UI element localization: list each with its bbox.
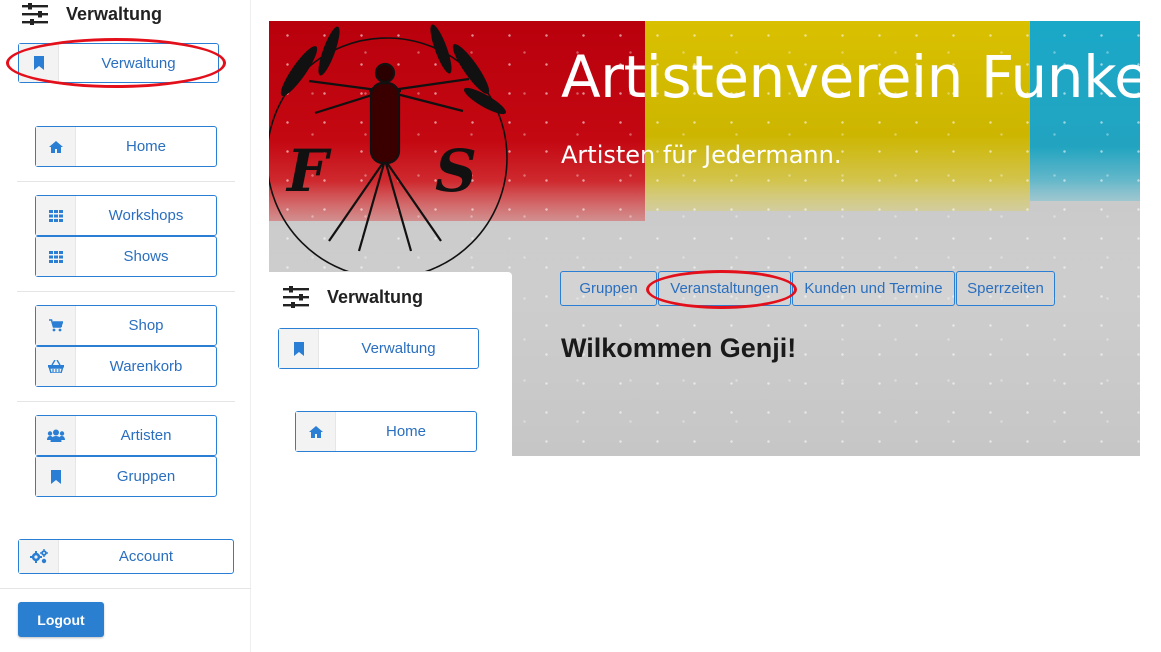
sidebar-item-account[interactable]: Account — [18, 539, 234, 574]
divider — [17, 181, 235, 182]
logout-button[interactable]: Logout — [18, 602, 104, 637]
sidebar-item-workshops[interactable]: Workshops — [35, 195, 217, 236]
bookmark-icon — [279, 329, 319, 368]
sidebar-item-warenkorb[interactable]: Warenkorb — [35, 346, 217, 387]
sidebar-item-artisten[interactable]: Artisten — [35, 415, 217, 456]
sidebar-header: Verwaltung — [22, 2, 162, 26]
svg-text:F: F — [285, 137, 332, 205]
tab-gruppen[interactable]: Gruppen — [560, 271, 657, 306]
welcome-heading: Wilkommen Genji! — [561, 333, 797, 363]
sliders-icon — [22, 3, 48, 25]
overlay-item-home[interactable]: Home — [295, 411, 477, 452]
cogs-icon — [19, 540, 59, 573]
bookmark-icon — [36, 457, 76, 496]
sliders-icon — [283, 286, 309, 308]
sidebar-item-label: Account — [118, 548, 174, 565]
club-logo-image: F S — [269, 24, 508, 271]
grid-icon — [36, 237, 76, 276]
sidebar: Verwaltung Verwaltung Home Workshops Sho… — [0, 0, 251, 652]
sidebar-item-gruppen[interactable]: Gruppen — [35, 456, 217, 497]
hero-subtitle: Artisten für Jedermann. — [561, 141, 842, 169]
hero-title: Artistenverein Funke — [561, 43, 1140, 111]
svg-text:S: S — [435, 137, 477, 205]
tab-veranstaltungen[interactable]: Veranstaltungen — [658, 271, 791, 306]
divider — [0, 588, 251, 589]
sidebar-item-label: Home — [125, 138, 166, 155]
cart-icon — [36, 306, 76, 345]
tab-sperrzeiten[interactable]: Sperrzeiten — [956, 271, 1055, 306]
overlay-title: Verwaltung — [327, 286, 424, 307]
sidebar-item-label: Shows — [123, 248, 169, 265]
divider — [17, 401, 235, 402]
sidebar-title: Verwaltung — [66, 3, 163, 24]
users-icon — [36, 416, 76, 455]
overlay-item-verwaltung[interactable]: Verwaltung — [278, 328, 479, 369]
home-icon — [36, 127, 76, 166]
tab-kunden-und-termine[interactable]: Kunden und Termine — [792, 271, 955, 306]
hero-banner: F S Artistenverein Funke Artisten für Je… — [269, 21, 1140, 456]
home-icon — [296, 412, 336, 451]
sidebar-item-label: Artisten — [120, 427, 172, 444]
sidebar-item-shop[interactable]: Shop — [35, 305, 217, 346]
overlay-item-label: Home — [385, 423, 426, 440]
sidebar-item-label: Shop — [128, 317, 164, 334]
sidebar-item-home[interactable]: Home — [35, 126, 217, 167]
sidebar-item-verwaltung[interactable]: Verwaltung — [18, 43, 219, 83]
sidebar-item-shows[interactable]: Shows — [35, 236, 217, 277]
sidebar-item-label: Workshops — [108, 207, 184, 224]
sidebar-item-label: Warenkorb — [109, 358, 183, 375]
bookmark-icon — [19, 44, 59, 82]
overlay-item-label: Verwaltung — [361, 340, 436, 357]
overlay-header: Verwaltung — [283, 286, 423, 308]
grid-icon — [36, 196, 76, 235]
divider — [17, 291, 235, 292]
sidebar-item-label: Gruppen — [116, 468, 176, 485]
sidebar-item-label: Verwaltung — [101, 54, 176, 72]
overlay-sidebar-panel: Verwaltung Verwaltung Home — [269, 272, 512, 456]
basket-icon — [36, 347, 76, 386]
